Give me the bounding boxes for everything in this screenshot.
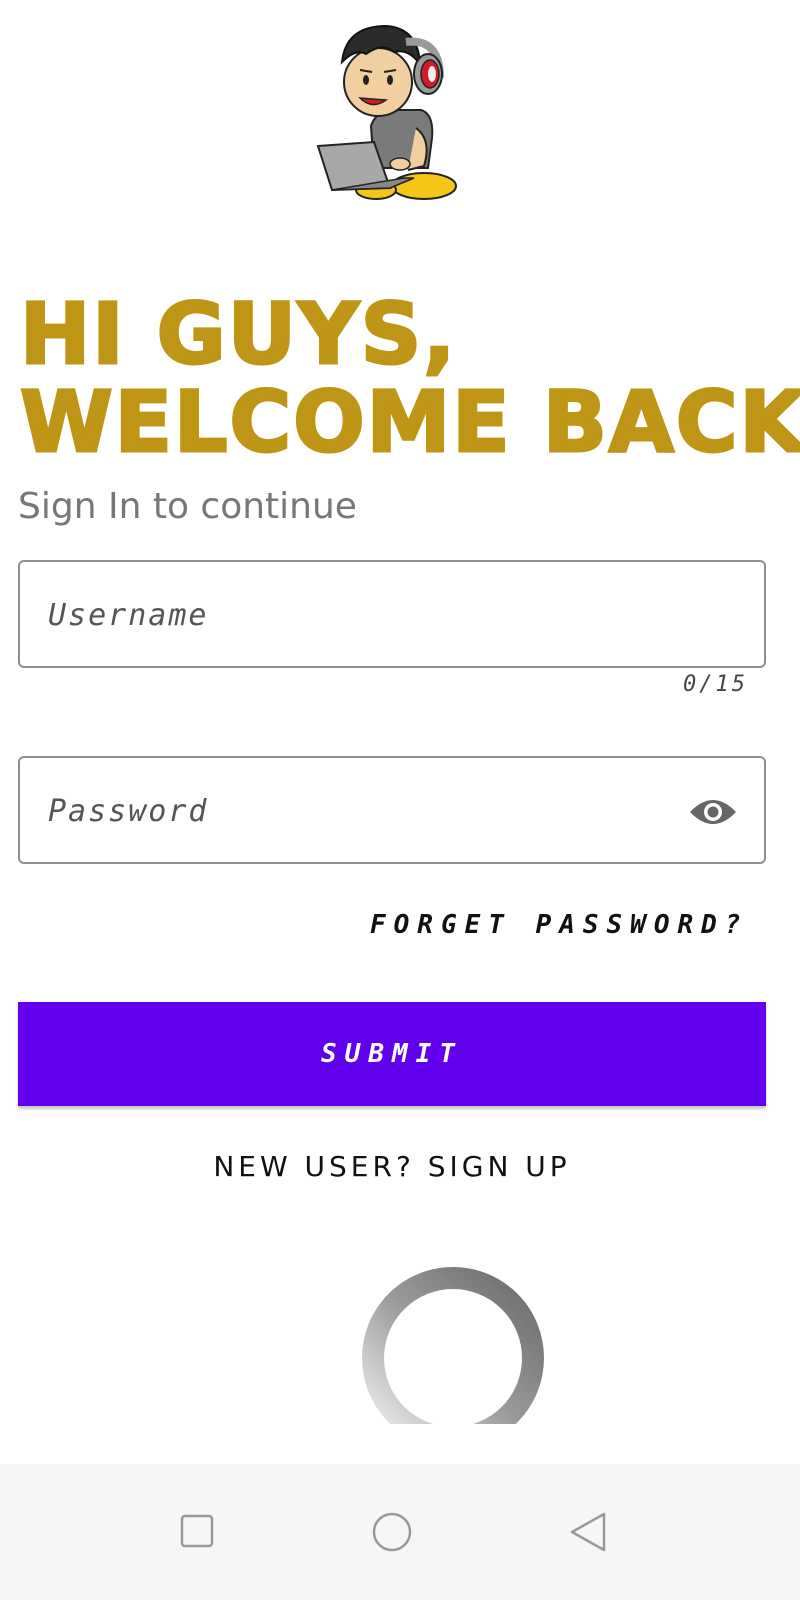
username-field[interactable] <box>18 560 766 668</box>
username-input[interactable] <box>46 562 690 668</box>
signup-link[interactable]: NEW USER? SIGN UP <box>0 1150 784 1183</box>
username-char-counter: 0/15 <box>683 672 748 697</box>
loading-spinner <box>355 1264 555 1424</box>
square-icon[interactable] <box>158 1492 238 1572</box>
password-field[interactable] <box>18 756 766 864</box>
title-line-1: HI GUYS, <box>19 285 458 383</box>
triangle-back-icon[interactable] <box>548 1492 628 1572</box>
sign-in-subtitle: Sign In to continue <box>18 486 357 527</box>
eye-icon[interactable] <box>688 792 738 832</box>
gamer-boy-logo-icon <box>316 24 457 200</box>
circle-icon[interactable] <box>352 1492 432 1572</box>
system-navigation-bar <box>0 1464 800 1600</box>
submit-button[interactable]: SUBMIT <box>18 1002 766 1106</box>
title-line-2: WELCOME BACK <box>19 373 800 471</box>
password-input[interactable] <box>46 758 690 864</box>
welcome-title: HI GUYS, WELCOME BACK <box>19 285 800 471</box>
spinner-icon <box>362 1267 544 1424</box>
forget-password-link[interactable]: FORGET PASSWORD? <box>370 910 748 940</box>
